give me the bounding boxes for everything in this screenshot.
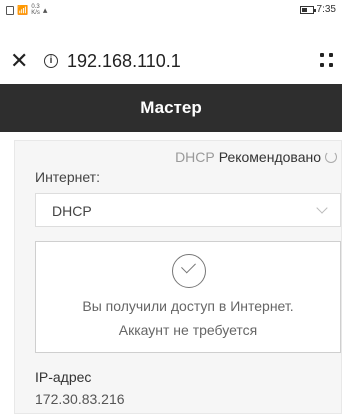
- menu-dots-icon[interactable]: [320, 53, 336, 71]
- internet-label: Интернет:: [35, 169, 100, 185]
- battery-icon: [299, 5, 316, 14]
- account-message: Аккаунт не требуется: [118, 322, 258, 338]
- address-bar: ✕ i 192.168.110.1: [0, 40, 342, 84]
- internet-type-select[interactable]: DHCP: [35, 193, 341, 227]
- mode-value: DHCP: [175, 149, 215, 165]
- wifi-icon: 📶: [17, 5, 29, 15]
- signal-icon: ▴: [42, 5, 48, 15]
- mode-indicator: DHCP Рекомендовано: [175, 149, 337, 165]
- status-bar: 📶 0.3 K/s ▴ 7:35: [0, 0, 342, 40]
- network-speed: 0.3 K/s: [31, 4, 40, 16]
- page-header: Мастер: [0, 84, 342, 132]
- network-speed-unit: K/s: [31, 10, 40, 16]
- notification-icon: [6, 5, 14, 15]
- close-icon[interactable]: ✕: [10, 50, 32, 72]
- ip-value: 172.30.83.216: [35, 391, 125, 407]
- status-left: 📶 0.3 K/s ▴: [6, 4, 47, 16]
- wizard-panel: DHCP Рекомендовано Интернет: DHCP Вы пол…: [14, 140, 342, 414]
- clock: 7:35: [316, 4, 336, 15]
- status-right: 7:35: [299, 4, 336, 15]
- url-text[interactable]: 192.168.110.1: [67, 51, 181, 72]
- page-title: Мастер: [140, 98, 202, 117]
- info-icon[interactable]: i: [44, 54, 58, 68]
- check-circle-icon: [172, 254, 206, 288]
- chevron-down-icon: [316, 202, 328, 214]
- refresh-icon[interactable]: [325, 151, 337, 163]
- connection-status-box: Вы получили доступ в Интернет. Аккаунт н…: [35, 241, 341, 353]
- ip-label: IP-адрес: [35, 369, 92, 385]
- internet-type-value: DHCP: [52, 203, 92, 219]
- success-message: Вы получили доступ в Интернет.: [82, 298, 294, 314]
- mode-recommended: Рекомендовано: [218, 149, 321, 165]
